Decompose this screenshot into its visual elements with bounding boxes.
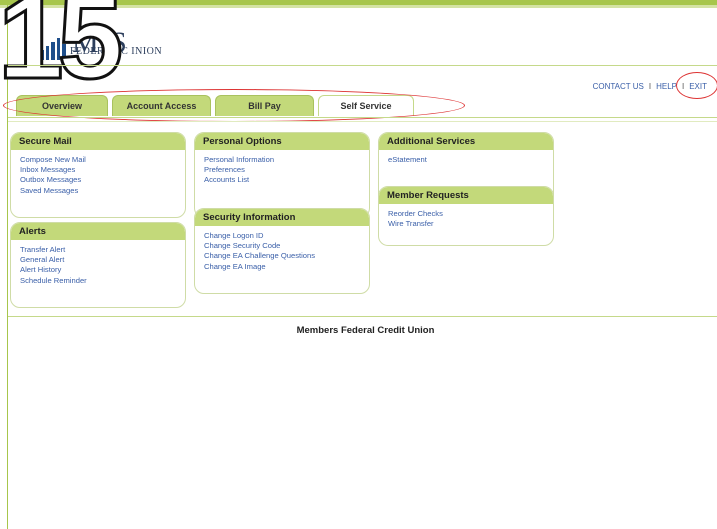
step-number-overlay: 15 — [0, 0, 128, 90]
alert-history-link[interactable]: Alert History — [20, 265, 185, 275]
change-ea-challenge-questions-link[interactable]: Change EA Challenge Questions — [204, 251, 369, 261]
saved-messages-link[interactable]: Saved Messages — [20, 186, 185, 196]
link-separator: I — [648, 82, 652, 91]
contact-us-link[interactable]: CONTACT US — [593, 82, 644, 91]
accounts-list-link[interactable]: Accounts List — [204, 175, 369, 185]
help-link[interactable]: HELP — [656, 82, 677, 91]
content-top-rule-light — [8, 121, 717, 122]
change-logon-id-link[interactable]: Change Logon ID — [204, 231, 369, 241]
change-security-code-link[interactable]: Change Security Code — [204, 241, 369, 251]
transfer-alert-link[interactable]: Transfer Alert — [20, 245, 185, 255]
step-number-text: 15 — [0, 0, 121, 90]
personal-options-panel: Personal Options Personal Information Pr… — [194, 132, 370, 218]
member-requests-panel: Member Requests Reorder Checks Wire Tran… — [378, 186, 554, 246]
change-ea-image-link[interactable]: Change EA Image — [204, 262, 369, 272]
exit-highlight-circle — [676, 72, 717, 99]
panel-title: Alerts — [11, 223, 185, 240]
panel-title: Personal Options — [195, 133, 369, 150]
panel-title: Secure Mail — [11, 133, 185, 150]
security-information-panel: Security Information Change Logon ID Cha… — [194, 208, 370, 294]
general-alert-link[interactable]: General Alert — [20, 255, 185, 265]
panel-title: Member Requests — [379, 187, 553, 204]
footer-divider — [8, 316, 717, 317]
content-top-rule — [8, 117, 717, 118]
wire-transfer-link[interactable]: Wire Transfer — [388, 219, 553, 229]
alerts-panel: Alerts Transfer Alert General Alert Aler… — [10, 222, 186, 308]
panel-title: Security Information — [195, 209, 369, 226]
footer-org-name: Members Federal Credit Union — [296, 325, 435, 336]
panel-title: Additional Services — [379, 133, 553, 150]
secure-mail-panel: Secure Mail Compose New Mail Inbox Messa… — [10, 132, 186, 218]
estatement-link[interactable]: eStatement — [388, 155, 553, 165]
preferences-link[interactable]: Preferences — [204, 165, 369, 175]
personal-information-link[interactable]: Personal Information — [204, 155, 369, 165]
compose-new-mail-link[interactable]: Compose New Mail — [20, 155, 185, 165]
inbox-messages-link[interactable]: Inbox Messages — [20, 165, 185, 175]
schedule-reminder-link[interactable]: Schedule Reminder — [20, 276, 185, 286]
footer-label: Members Federal Credit Union — [0, 325, 717, 336]
reorder-checks-link[interactable]: Reorder Checks — [388, 209, 553, 219]
header-divider — [8, 65, 717, 66]
outbox-messages-link[interactable]: Outbox Messages — [20, 175, 185, 185]
